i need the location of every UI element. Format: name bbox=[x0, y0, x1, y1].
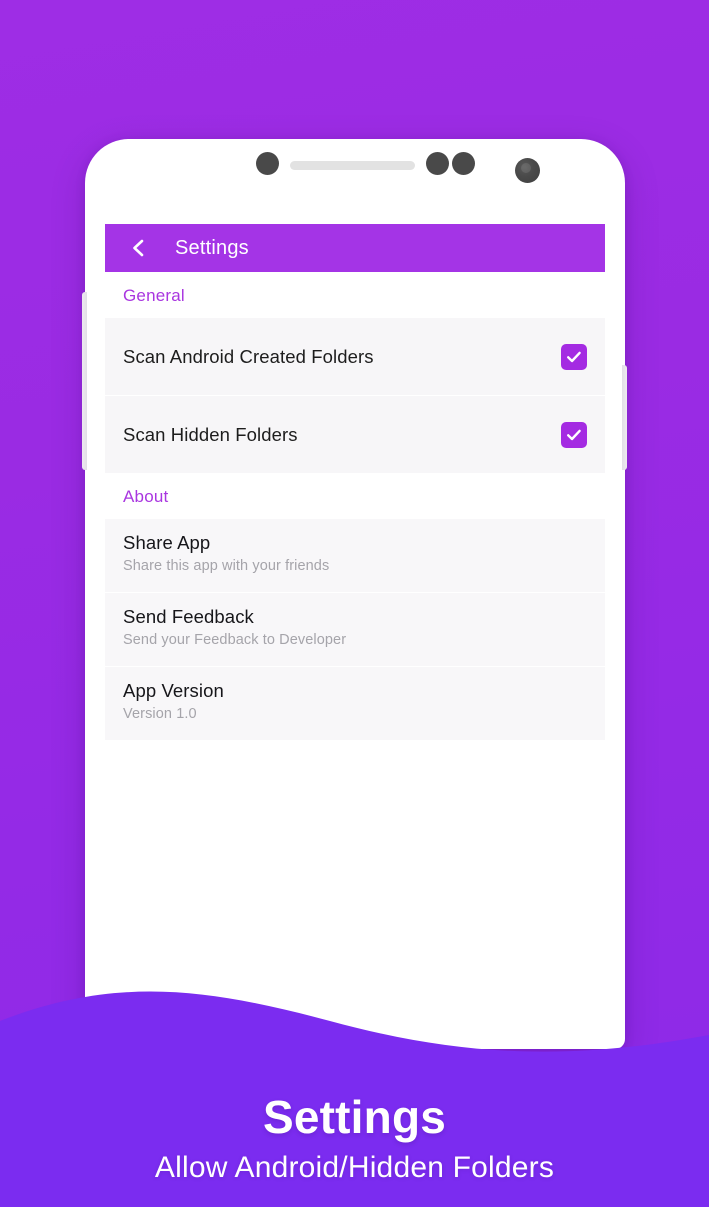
caption-subtitle: Allow Android/Hidden Folders bbox=[154, 1150, 555, 1184]
setting-row-label: Scan Android Created Folders bbox=[123, 345, 374, 367]
about-row-share-app[interactable]: Share App Share this app with your frien… bbox=[105, 519, 605, 592]
sensor-dot-icon bbox=[452, 152, 475, 175]
about-row-title: Share App bbox=[123, 532, 211, 553]
setting-row-label: Scan Hidden Folders bbox=[123, 423, 298, 445]
about-row-subtitle: Version 1.0 bbox=[123, 706, 197, 722]
caption-title: Settings bbox=[262, 1091, 447, 1144]
sensor-dot-icon bbox=[426, 152, 449, 175]
section-header-general: General bbox=[123, 286, 185, 305]
page-title: Settings bbox=[175, 236, 249, 259]
speaker-grille-icon bbox=[290, 161, 415, 170]
phone-device-frame: Settings General Scan Android Created Fo… bbox=[85, 139, 625, 1049]
front-camera-icon bbox=[515, 158, 540, 183]
about-row-title: App Version bbox=[123, 680, 224, 701]
check-icon bbox=[567, 351, 581, 362]
setting-row-scan-hidden-folders[interactable]: Scan Hidden Folders bbox=[105, 396, 605, 473]
back-button[interactable] bbox=[123, 233, 153, 263]
app-bar: Settings bbox=[105, 224, 605, 272]
volume-rocker-button[interactable] bbox=[82, 292, 87, 470]
about-row-send-feedback[interactable]: Send Feedback Send your Feedback to Deve… bbox=[105, 593, 605, 666]
about-row-app-version[interactable]: App Version Version 1.0 bbox=[105, 667, 605, 740]
screenshot-stage: Settings General Scan Android Created Fo… bbox=[0, 0, 709, 1207]
power-button[interactable] bbox=[622, 365, 627, 470]
checkbox-scan-hidden-folders[interactable] bbox=[561, 421, 587, 448]
app-screen: Settings General Scan Android Created Fo… bbox=[105, 224, 605, 1044]
sensor-dot-icon bbox=[256, 152, 279, 175]
section-header-about: About bbox=[123, 487, 169, 506]
checkbox-scan-android-created-folders[interactable] bbox=[561, 343, 587, 370]
about-row-title: Send Feedback bbox=[123, 606, 254, 627]
caption-block: Settings Allow Android/Hidden Folders bbox=[0, 1092, 709, 1185]
about-row-subtitle: Send your Feedback to Developer bbox=[123, 632, 347, 648]
about-row-group: Share App Share this app with your frien… bbox=[105, 519, 605, 740]
general-row-group: Scan Android Created Folders Scan Hidden… bbox=[105, 318, 605, 473]
about-row-subtitle: Share this app with your friends bbox=[123, 558, 330, 574]
chevron-left-icon bbox=[133, 239, 144, 257]
setting-row-scan-android-created-folders[interactable]: Scan Android Created Folders bbox=[105, 318, 605, 395]
phone-top-bezel bbox=[85, 139, 625, 219]
check-icon bbox=[567, 429, 581, 440]
